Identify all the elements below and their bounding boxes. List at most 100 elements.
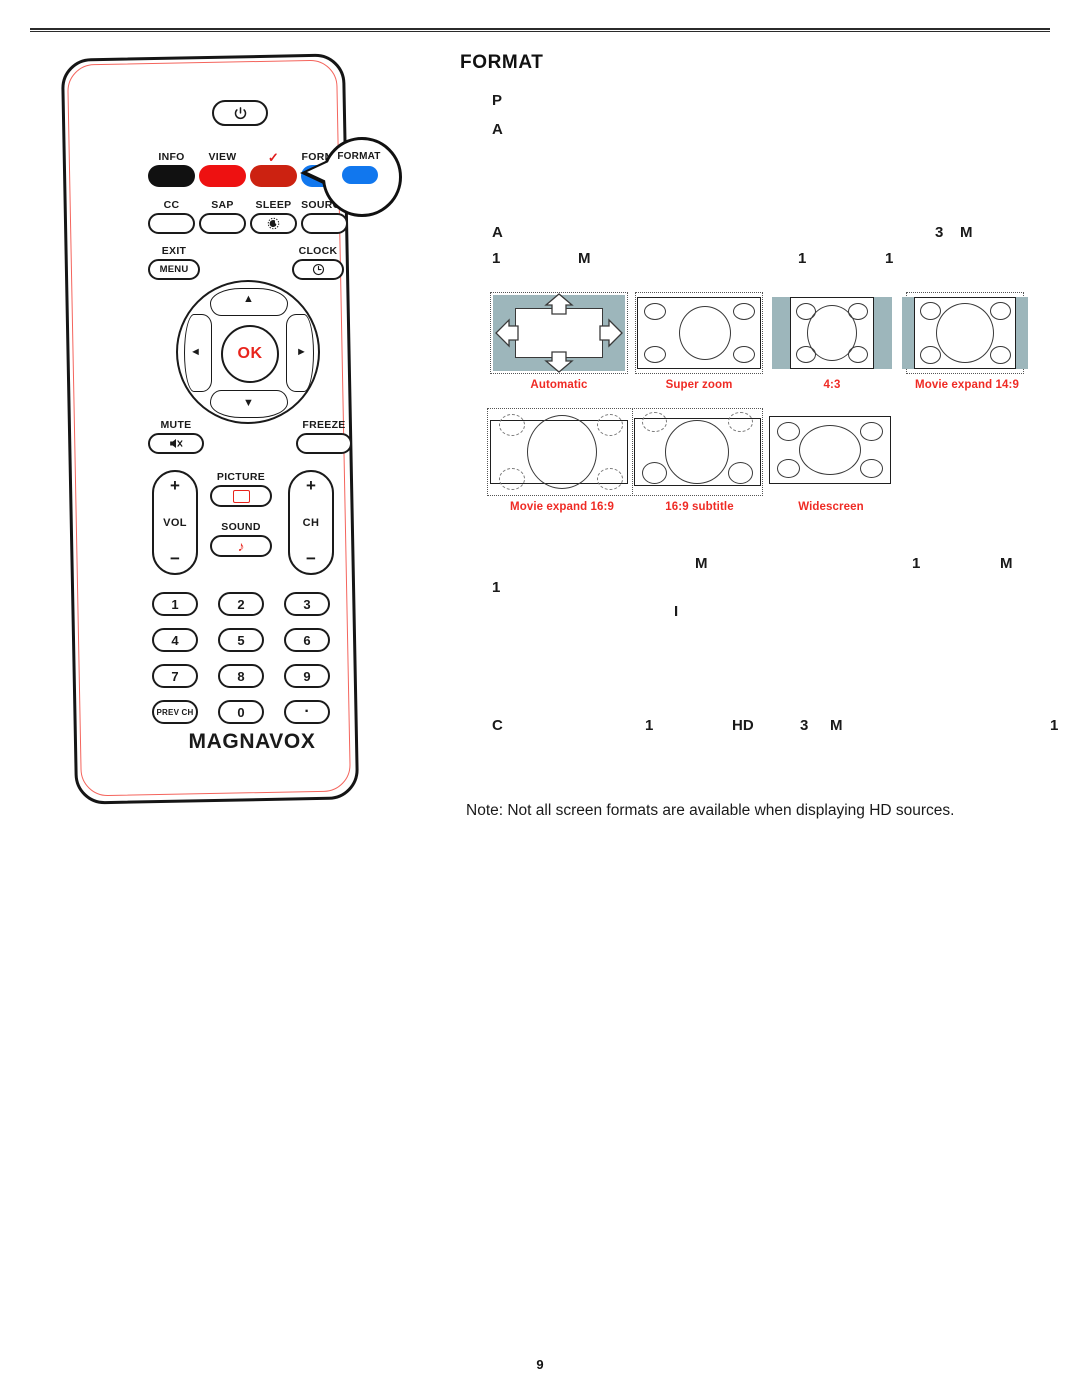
key-7[interactable]: 7: [152, 664, 198, 688]
sleep-key[interactable]: [250, 213, 297, 234]
page-title: FORMAT: [460, 52, 544, 73]
clock-button[interactable]: CLOCK: [292, 246, 344, 280]
sound-button[interactable]: SOUND ♪: [210, 522, 272, 557]
channel-up[interactable]: +: [306, 477, 316, 494]
volume-up[interactable]: +: [170, 477, 180, 494]
key-prev-ch[interactable]: PREV CH: [152, 700, 198, 724]
format-4-3[interactable]: 4:3: [772, 292, 892, 391]
check-swatch[interactable]: [250, 165, 297, 187]
center-ellipse: [799, 425, 861, 475]
format-caption: 4:3: [823, 379, 841, 391]
freeze-label: FREEZE: [302, 419, 346, 431]
freeze-button[interactable]: FREEZE: [296, 420, 352, 454]
volume-rocker[interactable]: + VOL −: [152, 470, 198, 575]
format-caption: 16:9 subtitle: [665, 501, 734, 513]
gray-band-right: [872, 297, 892, 369]
format-16-9-subtitle[interactable]: 16:9 subtitle: [632, 408, 767, 513]
expand-arrows-icon: [495, 293, 623, 373]
view-swatch[interactable]: [199, 165, 246, 187]
up-arrow-icon: ▲: [243, 293, 254, 305]
text-fragment: M: [830, 717, 843, 734]
sound-key[interactable]: ♪: [210, 535, 272, 557]
picture-key[interactable]: [210, 485, 272, 507]
sap-label: SAP: [211, 199, 234, 211]
navigation-pad[interactable]: ▲ ▼ ◄ ► OK: [176, 280, 320, 424]
corner-ellipse: [990, 302, 1011, 320]
text-fragment: 1: [492, 250, 501, 267]
corner-ellipse: [597, 414, 623, 436]
corner-ellipse: [733, 346, 755, 363]
key-dot[interactable]: ·: [284, 700, 330, 724]
picture-label: PICTURE: [216, 471, 266, 483]
sound-label: SOUND: [221, 521, 261, 533]
mute-button[interactable]: MUTE: [148, 420, 204, 454]
corner-ellipse: [777, 422, 800, 441]
check-icon: ✓: [267, 150, 280, 165]
header-rule: [30, 28, 1050, 32]
corner-ellipse: [597, 468, 623, 490]
power-button[interactable]: [212, 100, 268, 126]
menu-button[interactable]: EXIT MENU: [148, 246, 200, 280]
corner-ellipse: [860, 459, 883, 478]
corner-ellipse: [642, 462, 667, 484]
exit-label: EXIT: [161, 245, 187, 257]
key-0[interactable]: 0: [218, 700, 264, 724]
format-widescreen[interactable]: Widescreen: [767, 408, 895, 513]
text-fragment: 1: [1050, 717, 1059, 734]
corner-ellipse: [848, 346, 868, 363]
sap-key[interactable]: [199, 213, 246, 234]
key-4[interactable]: 4: [152, 628, 198, 652]
cc-key[interactable]: [148, 213, 195, 234]
freeze-key[interactable]: [296, 433, 352, 454]
check-button[interactable]: ✓: [250, 150, 297, 187]
format-caption: Movie expand 16:9: [510, 501, 614, 513]
ok-button[interactable]: OK: [221, 325, 279, 383]
text-fragment: 1: [798, 250, 807, 267]
key-9[interactable]: 9: [284, 664, 330, 688]
key-8[interactable]: 8: [218, 664, 264, 688]
callout-format-swatch[interactable]: [342, 166, 378, 184]
clock-key[interactable]: [292, 259, 344, 280]
channel-down[interactable]: −: [306, 550, 316, 567]
text-fragment: 3: [935, 224, 944, 241]
format-super-zoom[interactable]: Super zoom: [635, 292, 763, 391]
sap-button[interactable]: SAP: [199, 200, 246, 234]
channel-rocker[interactable]: + CH −: [288, 470, 334, 575]
sleep-button[interactable]: SLEEP: [250, 200, 297, 234]
corner-ellipse: [848, 303, 868, 320]
key-3[interactable]: 3: [284, 592, 330, 616]
volume-down[interactable]: −: [170, 550, 180, 567]
info-button[interactable]: INFO: [148, 152, 195, 187]
view-button[interactable]: VIEW: [199, 152, 246, 187]
page-number: 9: [536, 1357, 544, 1372]
info-swatch[interactable]: [148, 165, 195, 187]
key-2[interactable]: 2: [218, 592, 264, 616]
text-fragment: 1: [912, 555, 921, 572]
format-automatic[interactable]: Automatic: [490, 292, 628, 391]
format-caption: Super zoom: [665, 379, 733, 391]
picture-button[interactable]: PICTURE: [210, 472, 272, 507]
key-1[interactable]: 1: [152, 592, 198, 616]
format-movie-expand-16-9[interactable]: Movie expand 16:9: [487, 408, 637, 513]
corner-ellipse: [920, 302, 941, 320]
sleep-icon: [267, 217, 280, 230]
keypad-row: 1 2 3: [152, 592, 352, 616]
key-5[interactable]: 5: [218, 628, 264, 652]
key-6[interactable]: 6: [284, 628, 330, 652]
menu-key[interactable]: MENU: [148, 259, 200, 280]
keypad-row: 7 8 9: [152, 664, 352, 688]
text-fragment: 1: [645, 717, 654, 734]
text-fragment: C: [492, 717, 503, 734]
corner-ellipse: [644, 346, 666, 363]
sleep-label: SLEEP: [255, 199, 292, 211]
corner-ellipse: [777, 459, 800, 478]
text-fragment: P: [492, 92, 503, 109]
format-caption: Widescreen: [798, 501, 864, 513]
gray-band-right: [1014, 297, 1028, 369]
text-fragment: A: [492, 224, 503, 241]
cc-button[interactable]: CC: [148, 200, 195, 234]
format-movie-expand-14-9[interactable]: Movie expand 14:9: [902, 292, 1032, 391]
text-fragment: 3: [800, 717, 809, 734]
text-fragment: 1: [885, 250, 894, 267]
mute-key[interactable]: [148, 433, 204, 454]
